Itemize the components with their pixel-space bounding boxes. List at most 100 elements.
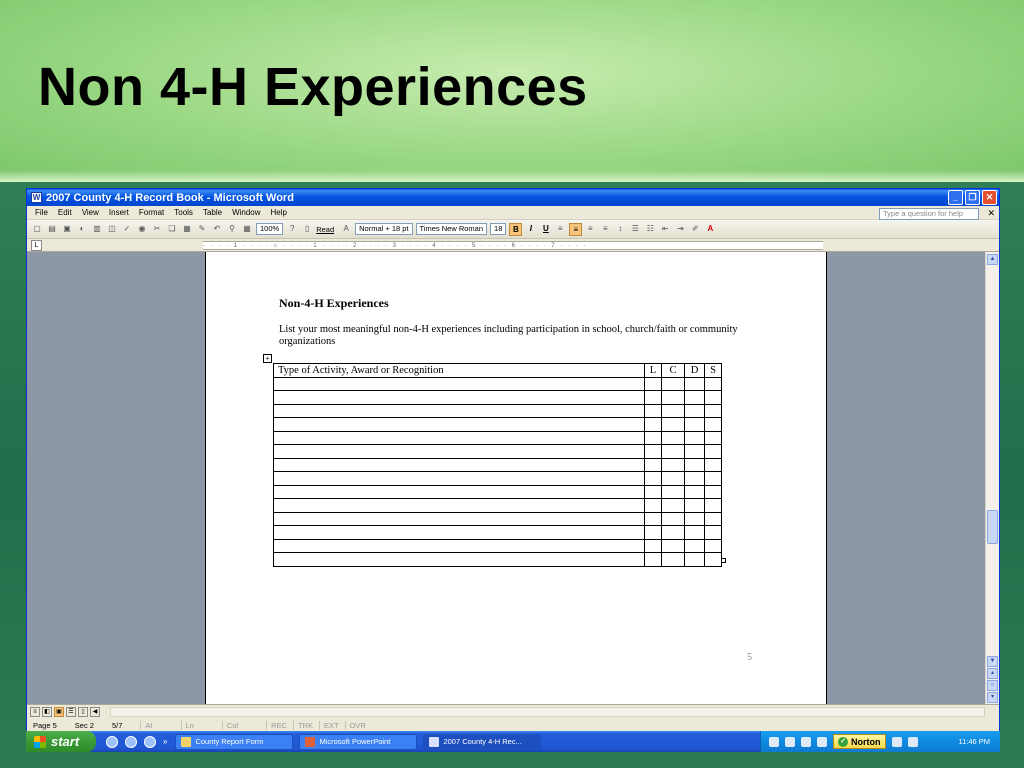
table-cell[interactable] bbox=[704, 430, 722, 445]
quicklaunch-media-icon[interactable] bbox=[106, 735, 118, 748]
quicklaunch-more-icon[interactable]: » bbox=[163, 737, 167, 746]
table-cell[interactable] bbox=[644, 484, 662, 499]
status-ovr[interactable]: OVR bbox=[344, 720, 366, 730]
menu-file[interactable]: File bbox=[35, 208, 48, 217]
table-cell[interactable] bbox=[661, 511, 685, 526]
scroll-thumb[interactable] bbox=[987, 510, 998, 544]
table-cell[interactable] bbox=[644, 498, 662, 513]
table-cell[interactable] bbox=[704, 457, 722, 472]
status-trk[interactable]: TRK bbox=[292, 720, 313, 730]
table-cell[interactable] bbox=[704, 417, 722, 432]
zoom-select[interactable]: 100% bbox=[256, 223, 284, 235]
table-cell[interactable] bbox=[684, 403, 705, 418]
table-cell[interactable] bbox=[684, 376, 705, 391]
table-cell[interactable] bbox=[704, 403, 722, 418]
table-cell[interactable] bbox=[644, 457, 662, 472]
start-button[interactable]: start bbox=[26, 731, 96, 752]
header-type[interactable]: Type of Activity, Award or Recognition bbox=[273, 363, 645, 378]
new-document-icon[interactable]: ▢ bbox=[31, 223, 43, 235]
styles-icon[interactable]: A bbox=[340, 223, 352, 235]
table-cell[interactable] bbox=[684, 511, 705, 526]
print-preview-icon[interactable]: ◫ bbox=[106, 223, 118, 235]
menu-table[interactable]: Table bbox=[203, 208, 222, 217]
table-cell[interactable] bbox=[273, 552, 645, 567]
title-bar[interactable]: W 2007 County 4-H Record Book - Microsof… bbox=[27, 189, 999, 206]
reading-layout-icon[interactable]: ▯ bbox=[78, 706, 88, 717]
hyperlink-icon[interactable]: ⚲ bbox=[226, 223, 238, 235]
task-county-report-form[interactable]: County Report Form bbox=[175, 733, 294, 750]
tray-clock[interactable]: 11:46 PM bbox=[958, 737, 990, 746]
table-cell[interactable] bbox=[704, 511, 722, 526]
italic-button[interactable]: I bbox=[524, 223, 537, 236]
tray-messenger-icon[interactable] bbox=[907, 736, 918, 747]
ruler-track[interactable]: · · · · 1 · · · · ⌂ · · · · 1 · · · · 2 … bbox=[203, 241, 823, 250]
table-cell[interactable] bbox=[661, 457, 685, 472]
close-document-icon[interactable]: ✕ bbox=[987, 208, 995, 219]
table-cell[interactable] bbox=[273, 471, 645, 486]
table-cell[interactable] bbox=[273, 484, 645, 499]
table-cell[interactable] bbox=[273, 525, 645, 540]
document-page[interactable]: Non-4-H Experiences List your most meani… bbox=[205, 252, 827, 704]
table-cell[interactable] bbox=[273, 376, 645, 391]
menu-tools[interactable]: Tools bbox=[174, 208, 193, 217]
table-cell[interactable] bbox=[273, 430, 645, 445]
font-select[interactable]: Times New Roman bbox=[415, 223, 488, 235]
table-resize-handle[interactable] bbox=[721, 558, 726, 563]
bullets-icon[interactable]: ☷ bbox=[644, 223, 656, 235]
table-cell[interactable] bbox=[644, 471, 662, 486]
permission-icon[interactable]: ◐ bbox=[76, 223, 88, 235]
table-cell[interactable] bbox=[644, 552, 662, 567]
web-layout-icon[interactable]: ◧ bbox=[42, 706, 52, 717]
normal-view-icon[interactable]: ≡ bbox=[30, 706, 40, 717]
table-cell[interactable] bbox=[704, 390, 722, 405]
header-s[interactable]: S bbox=[704, 363, 722, 378]
print-icon[interactable]: ▥ bbox=[91, 223, 103, 235]
table-cell[interactable] bbox=[684, 430, 705, 445]
table-cell[interactable] bbox=[661, 417, 685, 432]
format-painter-icon[interactable]: ✎ bbox=[196, 223, 208, 235]
table-cell[interactable] bbox=[273, 538, 645, 553]
open-folder-icon[interactable]: ▤ bbox=[46, 223, 58, 235]
table-cell[interactable] bbox=[684, 538, 705, 553]
table-cell[interactable] bbox=[661, 498, 685, 513]
menu-view[interactable]: View bbox=[82, 208, 99, 217]
table-cell[interactable] bbox=[661, 525, 685, 540]
tray-volume-icon[interactable] bbox=[891, 736, 902, 747]
table-cell[interactable] bbox=[684, 552, 705, 567]
status-ext[interactable]: EXT bbox=[318, 720, 339, 730]
research-icon[interactable]: ◉ bbox=[136, 223, 148, 235]
read-mode-icon[interactable]: ▯ bbox=[301, 223, 313, 235]
table-cell[interactable] bbox=[644, 430, 662, 445]
scroll-up-icon[interactable]: ▲ bbox=[987, 254, 998, 265]
scroll-down-icon[interactable]: ▼ bbox=[987, 656, 998, 667]
help-icon[interactable]: ? bbox=[286, 223, 298, 235]
table-cell[interactable] bbox=[273, 403, 645, 418]
table-cell[interactable] bbox=[661, 444, 685, 459]
outline-view-icon[interactable]: ☰ bbox=[66, 706, 76, 717]
tray-pen-icon[interactable] bbox=[769, 736, 779, 747]
menu-help[interactable]: Help bbox=[271, 208, 287, 217]
horizontal-scrollbar[interactable] bbox=[110, 706, 985, 717]
numbering-icon[interactable]: ☰ bbox=[629, 223, 641, 235]
table-cell[interactable] bbox=[684, 417, 705, 432]
minimize-button[interactable]: _ bbox=[948, 190, 963, 205]
quicklaunch-desktop-icon[interactable] bbox=[125, 735, 137, 748]
increase-indent-icon[interactable]: ⇥ bbox=[674, 223, 686, 235]
table-cell[interactable] bbox=[661, 376, 685, 391]
table-cell[interactable] bbox=[684, 471, 705, 486]
undo-icon[interactable]: ↶ bbox=[211, 223, 223, 235]
norton-tray-button[interactable]: ✓ Norton bbox=[833, 734, 886, 749]
align-center-icon[interactable]: ≡ bbox=[569, 222, 583, 236]
quicklaunch-ie-icon[interactable] bbox=[144, 735, 156, 748]
copy-icon[interactable]: ❏ bbox=[166, 223, 178, 235]
table-cell[interactable] bbox=[661, 430, 685, 445]
align-right-icon[interactable]: ≡ bbox=[584, 223, 596, 235]
table-cell[interactable] bbox=[273, 498, 645, 513]
justify-icon[interactable]: ≡ bbox=[599, 223, 611, 235]
table-cell[interactable] bbox=[644, 390, 662, 405]
tray-network-icon[interactable] bbox=[785, 736, 795, 747]
cut-icon[interactable]: ✂ bbox=[151, 223, 163, 235]
table-cell[interactable] bbox=[644, 538, 662, 553]
table-cell[interactable] bbox=[684, 498, 705, 513]
table-cell[interactable] bbox=[661, 403, 685, 418]
